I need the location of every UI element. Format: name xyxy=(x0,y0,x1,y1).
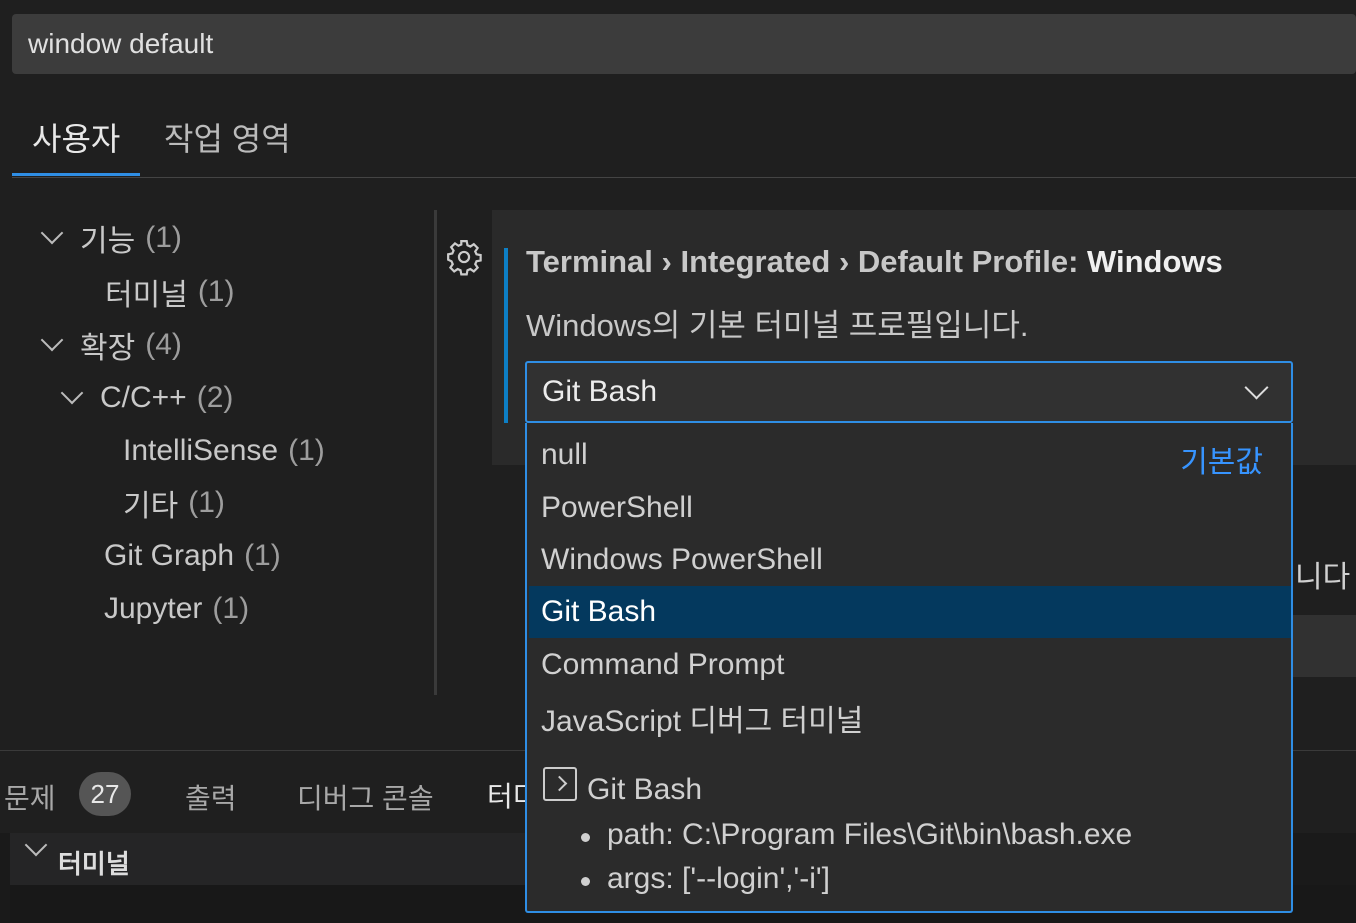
toc-item-cpp[interactable]: C/C++ (2) xyxy=(60,376,233,420)
problems-count-badge: 27 xyxy=(79,772,131,816)
scope-tabs: 사용자 작업 영역 xyxy=(12,100,1356,178)
select-value: Git Bash xyxy=(542,375,658,408)
tab-terminal[interactable]: 터미널 xyxy=(487,775,527,838)
gear-icon[interactable] xyxy=(445,238,483,276)
settings-toc: 기능 (1) 터미널 (1) 확장 (4) C/C++ (2) IntelliSense… xyxy=(0,210,430,690)
option-detail-args: args: ['--login','-i'] xyxy=(581,862,830,895)
option-detail-title: Git Bash xyxy=(587,773,703,806)
background-text: 니다 xyxy=(1295,561,1351,594)
toc-item-terminal[interactable]: 터미널 (1) xyxy=(105,270,234,314)
terminal-section-header[interactable]: 터미널 xyxy=(10,833,526,885)
setting-title: Terminal › Integrated › Default Profile:… xyxy=(526,244,1223,279)
setting-description: Windows의 기본 터미널 프로필입니다. xyxy=(526,308,1029,343)
terminal-section-title: 터미널 xyxy=(58,849,130,879)
chevron-down-icon xyxy=(40,221,64,245)
background-input xyxy=(1292,615,1356,677)
tab-workspace[interactable]: 작업 영역 xyxy=(144,114,311,176)
tab-problems[interactable]: 문제 xyxy=(4,777,56,817)
option-null[interactable]: null 기본값 xyxy=(529,429,1291,481)
option-command-prompt[interactable]: Command Prompt xyxy=(529,639,1291,691)
toc-item-jupyter[interactable]: Jupyter (1) xyxy=(104,587,249,631)
tab-user[interactable]: 사용자 xyxy=(12,114,141,176)
chevron-down-icon xyxy=(24,833,48,857)
option-javascript-debug-terminal[interactable]: JavaScript 디버그 터미널 xyxy=(529,692,1291,744)
option-powershell[interactable]: PowerShell xyxy=(529,482,1291,534)
toc-item-features[interactable]: 기능 (1) xyxy=(40,216,182,260)
settings-search-input[interactable]: window default xyxy=(12,14,1356,74)
toc-divider xyxy=(434,210,437,695)
default-tag: 기본값 xyxy=(1180,446,1263,479)
toc-item-git-graph[interactable]: Git Graph (1) xyxy=(104,534,281,578)
profile-dropdown: null 기본값 PowerShell Windows PowerShell G… xyxy=(525,423,1293,913)
tab-debug-console[interactable]: 디버그 콘솔 xyxy=(297,777,434,817)
default-profile-select[interactable]: Git Bash xyxy=(525,361,1293,423)
option-detail-path: path: C:\Program Files\Git\bin\bash.exe xyxy=(580,818,1133,851)
toc-item-misc[interactable]: 기타 (1) xyxy=(123,481,225,525)
toc-item-extensions[interactable]: 확장 (4) xyxy=(40,323,182,367)
toc-item-intellisense[interactable]: IntelliSense (1) xyxy=(123,429,325,473)
terminal-icon xyxy=(543,767,577,801)
chevron-down-icon xyxy=(60,381,84,405)
chevron-down-icon xyxy=(40,328,64,352)
tab-output[interactable]: 출력 xyxy=(185,777,237,817)
search-query: window default xyxy=(28,28,214,59)
option-windows-powershell[interactable]: Windows PowerShell xyxy=(529,534,1291,586)
chevron-down-icon xyxy=(1244,375,1269,400)
option-git-bash[interactable]: Git Bash xyxy=(529,586,1291,638)
setting-focus-indicator xyxy=(504,248,508,423)
